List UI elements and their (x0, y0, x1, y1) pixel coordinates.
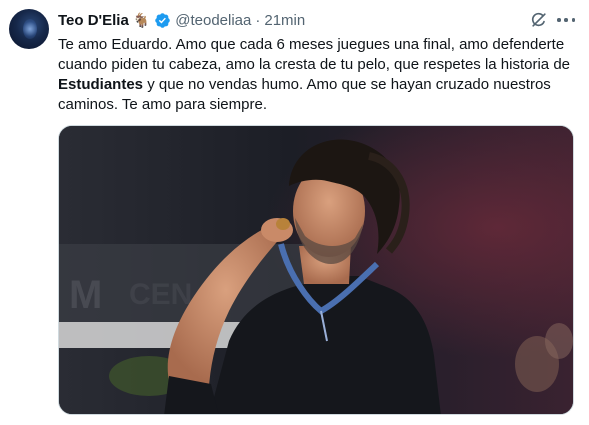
goat-icon: 🐐 (132, 11, 151, 28)
photo-image: M CEN (59, 126, 573, 414)
tweet-text: Te amo Eduardo. Amo que cada 6 meses jue… (58, 35, 584, 115)
tweet-timestamp[interactable]: 21min (264, 12, 305, 29)
author-handle[interactable]: @teodeliaa (175, 12, 251, 29)
tweet-text-bold: Estudiantes (58, 76, 144, 93)
tweet-media-photo[interactable]: M CEN (58, 125, 574, 415)
more-icon[interactable] (557, 11, 575, 29)
more-dot (564, 18, 568, 22)
author-name[interactable]: Teo D'Elia (58, 12, 129, 29)
grok-icon[interactable] (529, 10, 549, 30)
tweet-header: Teo D'Elia 🐐 @teodeliaa · 21min (58, 10, 305, 30)
avatar-figure (23, 19, 37, 39)
tweet-text-part: Te amo Eduardo. Amo que cada 6 meses jue… (58, 36, 570, 73)
more-dot (571, 18, 575, 22)
avatar[interactable] (9, 9, 49, 49)
separator-dot: · (255, 11, 261, 29)
svg-text:M: M (69, 273, 102, 317)
svg-text:CEN: CEN (129, 278, 192, 311)
more-dot (557, 18, 561, 22)
verified-badge-icon (154, 12, 171, 29)
